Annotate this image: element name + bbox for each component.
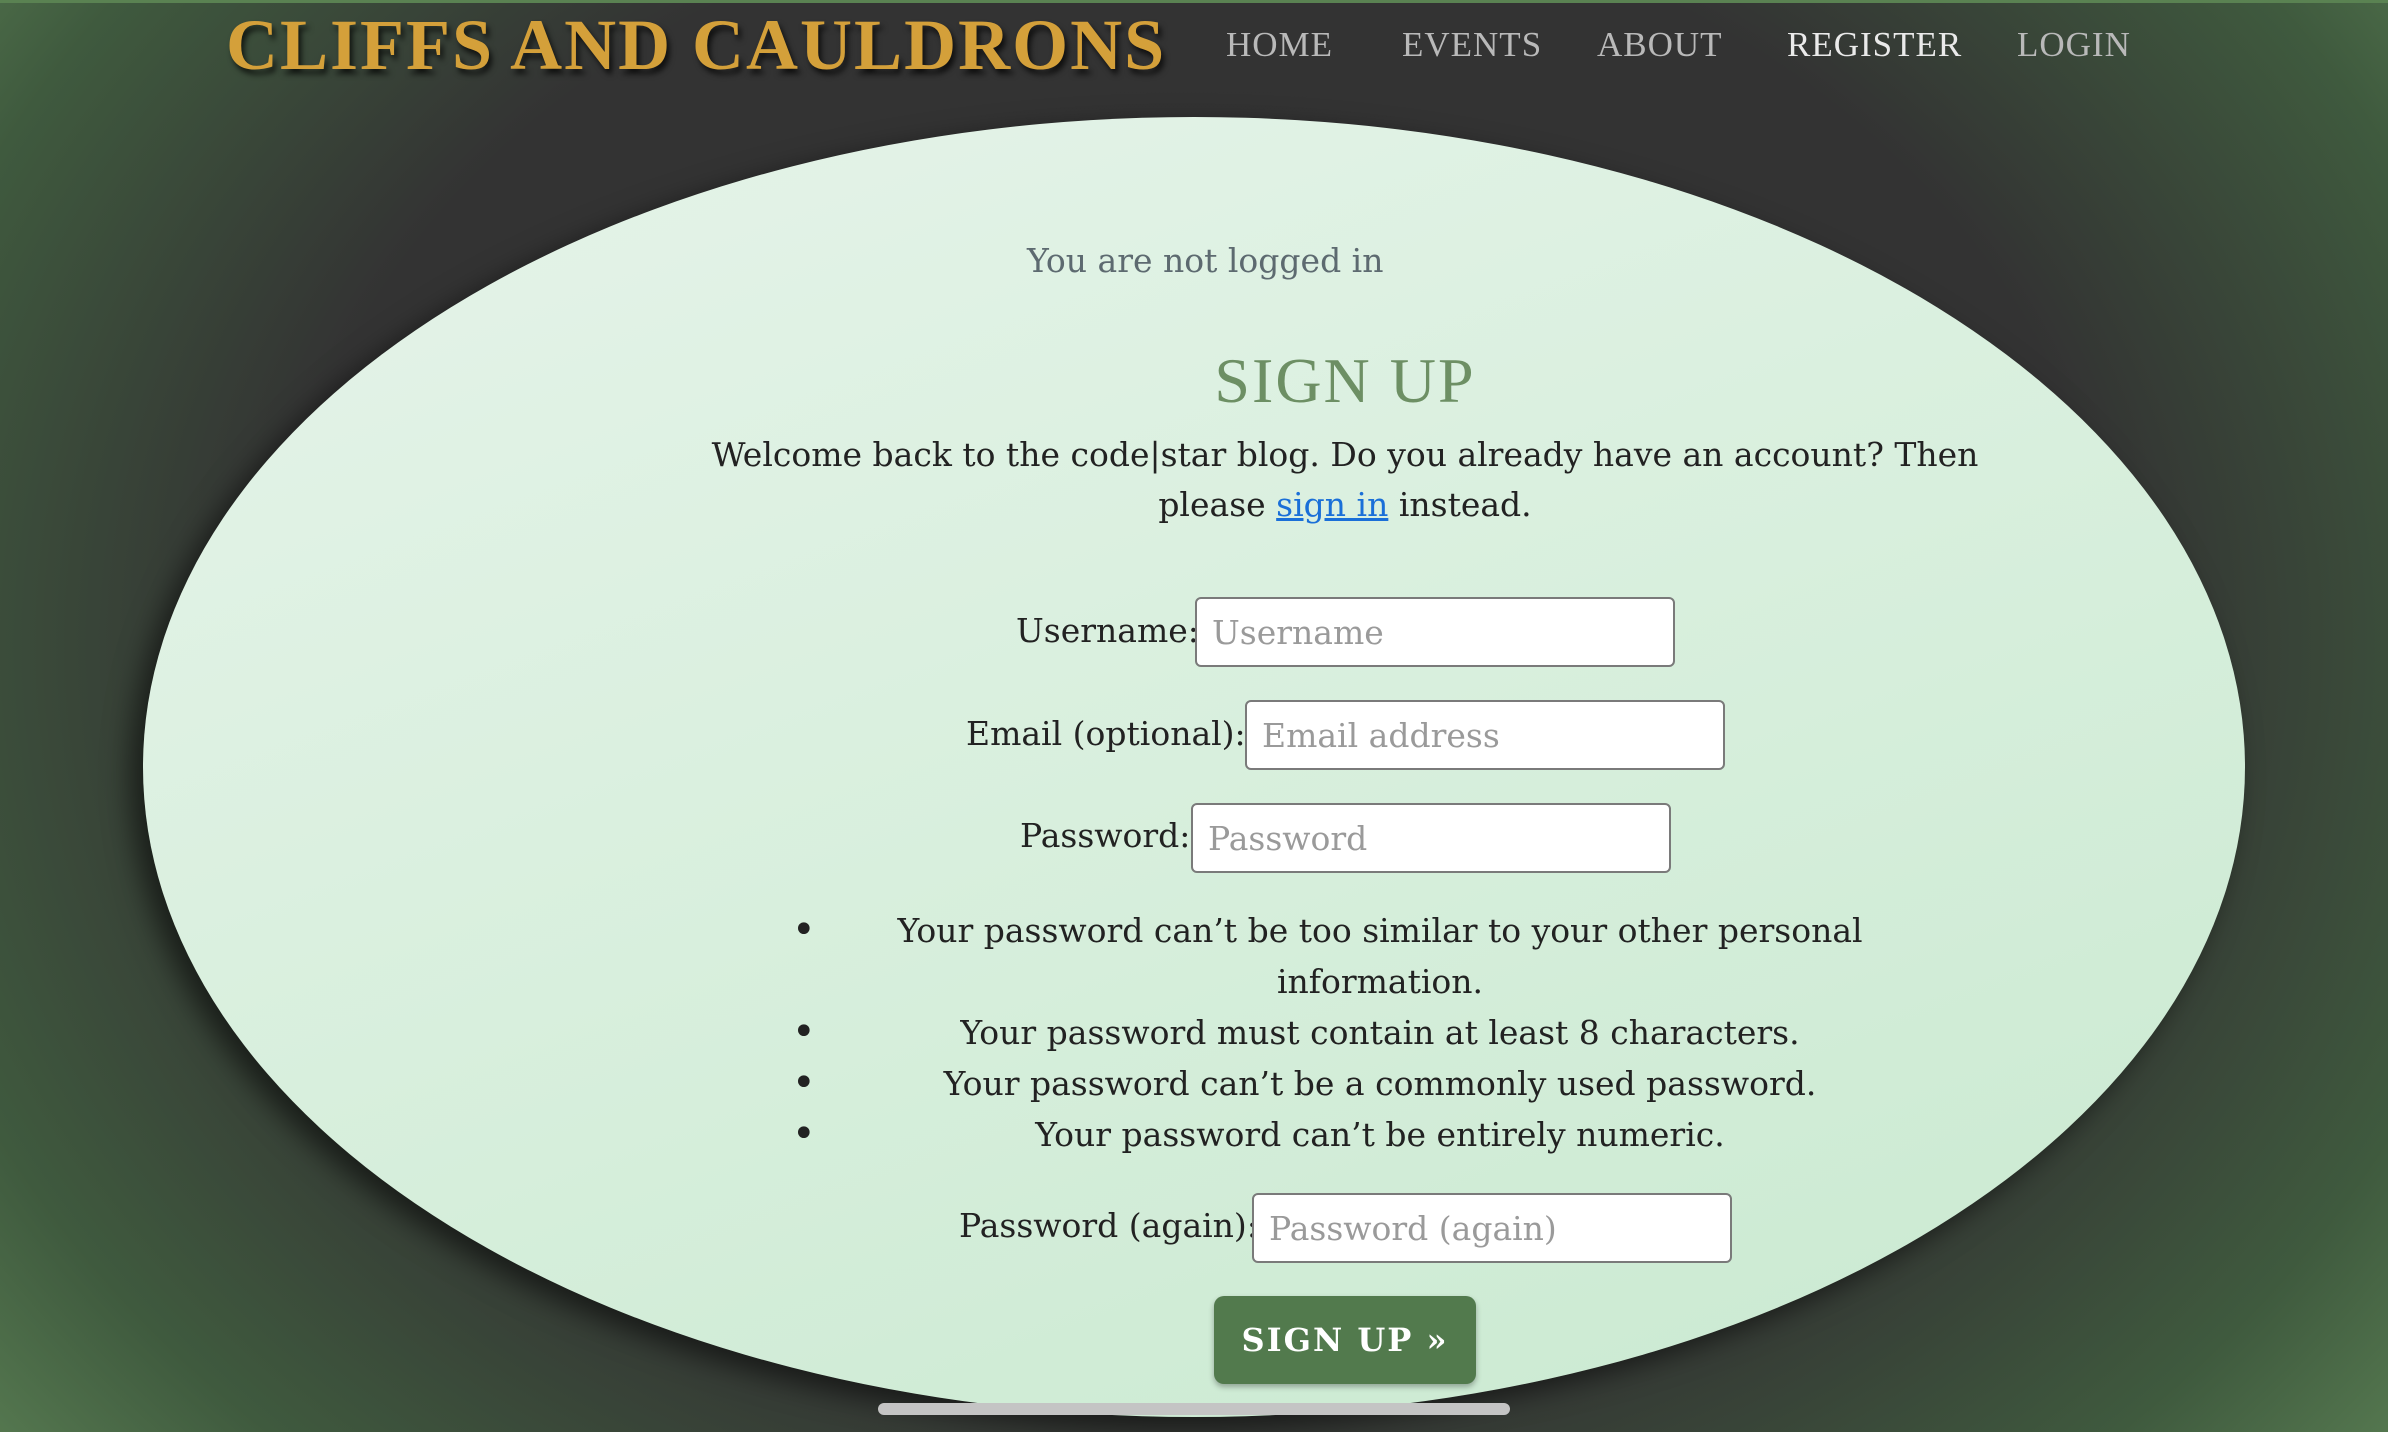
site-logo[interactable]: CLIFFS AND CAULDRONS <box>226 0 1166 90</box>
email-input[interactable] <box>1245 700 1725 770</box>
password-rule: • Your password can’t be too similar to y… <box>780 905 1980 1007</box>
sign-in-link[interactable]: sign in <box>1276 485 1388 524</box>
password-rule: • Your password can’t be a commonly used … <box>780 1058 1980 1109</box>
sign-up-button[interactable]: SIGN UP » <box>1214 1296 1476 1384</box>
bullet-icon: • <box>792 1111 816 1157</box>
bullet-icon: • <box>792 1009 816 1055</box>
username-label: Username: <box>1016 611 1199 650</box>
nav-events[interactable]: EVENTS <box>1402 20 1542 70</box>
password-rule-text: Your password can’t be too similar to yo… <box>897 911 1863 1001</box>
email-label: Email (optional): <box>966 714 1246 753</box>
welcome-suffix: instead. <box>1398 485 1532 524</box>
password-rule-text: Your password must contain at least 8 ch… <box>960 1013 1800 1052</box>
horizontal-scrollbar[interactable] <box>878 1403 1510 1415</box>
password-rule: • Your password must contain at least 8 c… <box>780 1007 1980 1058</box>
login-status-text: You are not logged in <box>1027 241 1384 280</box>
password-again-input[interactable] <box>1252 1193 1732 1263</box>
bullet-icon: • <box>792 1060 816 1106</box>
password-rules-list: • Your password can’t be too similar to y… <box>780 905 1980 1160</box>
nav-register[interactable]: REGISTER <box>1787 20 1962 70</box>
password-again-label: Password (again): <box>959 1206 1258 1245</box>
password-rule: • Your password can’t be entirely numeric… <box>780 1109 1980 1160</box>
password-rule-text: Your password can’t be entirely numeric. <box>1035 1115 1725 1154</box>
bullet-icon: • <box>792 907 816 953</box>
nav-about[interactable]: ABOUT <box>1597 20 1723 70</box>
nav-login[interactable]: LOGIN <box>2017 20 2131 70</box>
password-input[interactable] <box>1191 803 1671 873</box>
welcome-message: Welcome back to the code|star blog. Do y… <box>700 430 1990 530</box>
page-title: SIGN UP <box>1214 345 1476 416</box>
password-label: Password: <box>1020 816 1191 855</box>
password-rule-text: Your password can’t be a commonly used p… <box>943 1064 1817 1103</box>
nav-home[interactable]: HOME <box>1226 20 1333 70</box>
username-input[interactable] <box>1195 597 1675 667</box>
